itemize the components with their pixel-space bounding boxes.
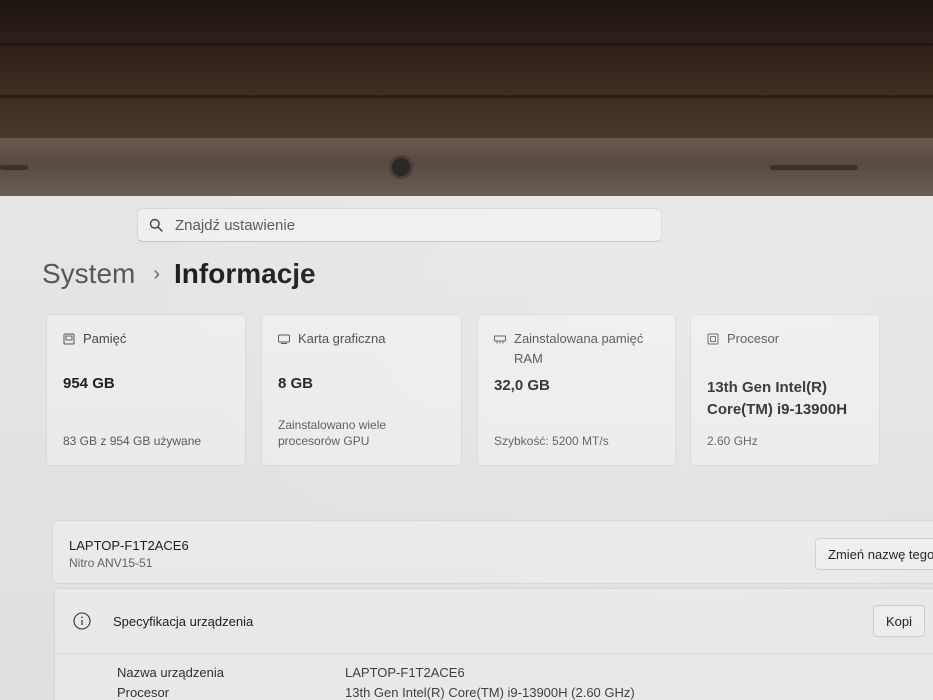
search-box[interactable]: Znajdź ustawienie: [137, 208, 662, 242]
chevron-right-icon: ›: [153, 262, 161, 285]
settings-window: Znajdź ustawienie System › Informacje Pa…: [0, 196, 933, 700]
card-cpu-value: 13th Gen Intel(R) Core(TM) i9-13900H: [707, 379, 848, 418]
gpu-icon: [278, 334, 290, 344]
card-gpu-value: 8 GB: [278, 375, 314, 392]
webcam: [392, 158, 410, 176]
device-name: LAPTOP-F1T2ACE6: [69, 538, 189, 553]
storage-icon: [63, 333, 75, 345]
cpu-icon: [707, 333, 719, 345]
background-wall: [0, 0, 933, 150]
card-storage[interactable]: Pamięć 954 GB 83 GB z 954 GB używane: [46, 314, 246, 466]
bezel-slot-right: [770, 165, 858, 170]
device-specs-section: Specyfikacja urządzenia Kopi Nazwa urząd…: [54, 588, 933, 700]
card-storage-title: Pamięć: [83, 331, 127, 346]
card-ram-value: 32,0 GB: [494, 377, 550, 394]
card-storage-value: 954 GB: [63, 375, 115, 392]
card-cpu-title: Procesor: [727, 331, 780, 346]
rename-pc-button[interactable]: Zmień nazwę tego: [815, 538, 933, 570]
info-icon: [73, 612, 91, 630]
card-cpu[interactable]: Procesor 13th Gen Intel(R) Core(TM) i9-1…: [690, 314, 880, 466]
card-ram-sub: Szybkość: 5200 MT/s: [494, 434, 609, 448]
card-gpu[interactable]: Karta graficzna 8 GB Zainstalowano wiele…: [261, 314, 462, 466]
device-model: Nitro ANV15-51: [69, 556, 153, 570]
bezel-slot-left: [0, 165, 28, 170]
page-title: Informacje: [174, 258, 316, 289]
card-cpu-sub: 2.60 GHz: [707, 434, 758, 448]
card-ram-title: Zainstalowana pamięć RAM: [514, 331, 644, 366]
spec-row: Procesor 13th Gen Intel(R) Core(TM) i9-1…: [55, 685, 933, 700]
spec-label: Procesor: [117, 685, 170, 700]
device-specs-header[interactable]: Specyfikacja urządzenia Kopi: [55, 589, 933, 654]
search-icon: [149, 218, 163, 232]
card-ram[interactable]: Zainstalowana pamięć RAM 32,0 GB Szybkoś…: [477, 314, 676, 466]
card-gpu-sub: Zainstalowano wiele procesorów GPU: [278, 418, 387, 448]
search-input[interactable]: Znajdź ustawienie: [175, 217, 295, 234]
spec-value: 13th Gen Intel(R) Core(TM) i9-13900H (2.…: [345, 685, 635, 700]
copy-button[interactable]: Kopi: [873, 605, 926, 637]
breadcrumb-system[interactable]: System: [42, 258, 135, 290]
spec-label: Nazwa urządzenia: [117, 665, 224, 680]
ram-icon: [494, 335, 506, 344]
card-gpu-title: Karta graficzna: [298, 331, 386, 346]
breadcrumb: System › Informacje: [42, 258, 316, 290]
spec-row: Nazwa urządzenia LAPTOP-F1T2ACE6: [55, 665, 933, 687]
device-name-row: LAPTOP-F1T2ACE6 Nitro ANV15-51 Zmień naz…: [52, 520, 933, 584]
card-storage-sub: 83 GB z 954 GB używane: [63, 434, 202, 448]
device-specs-title: Specyfikacja urządzenia: [113, 614, 254, 629]
spec-value: LAPTOP-F1T2ACE6: [345, 665, 465, 680]
